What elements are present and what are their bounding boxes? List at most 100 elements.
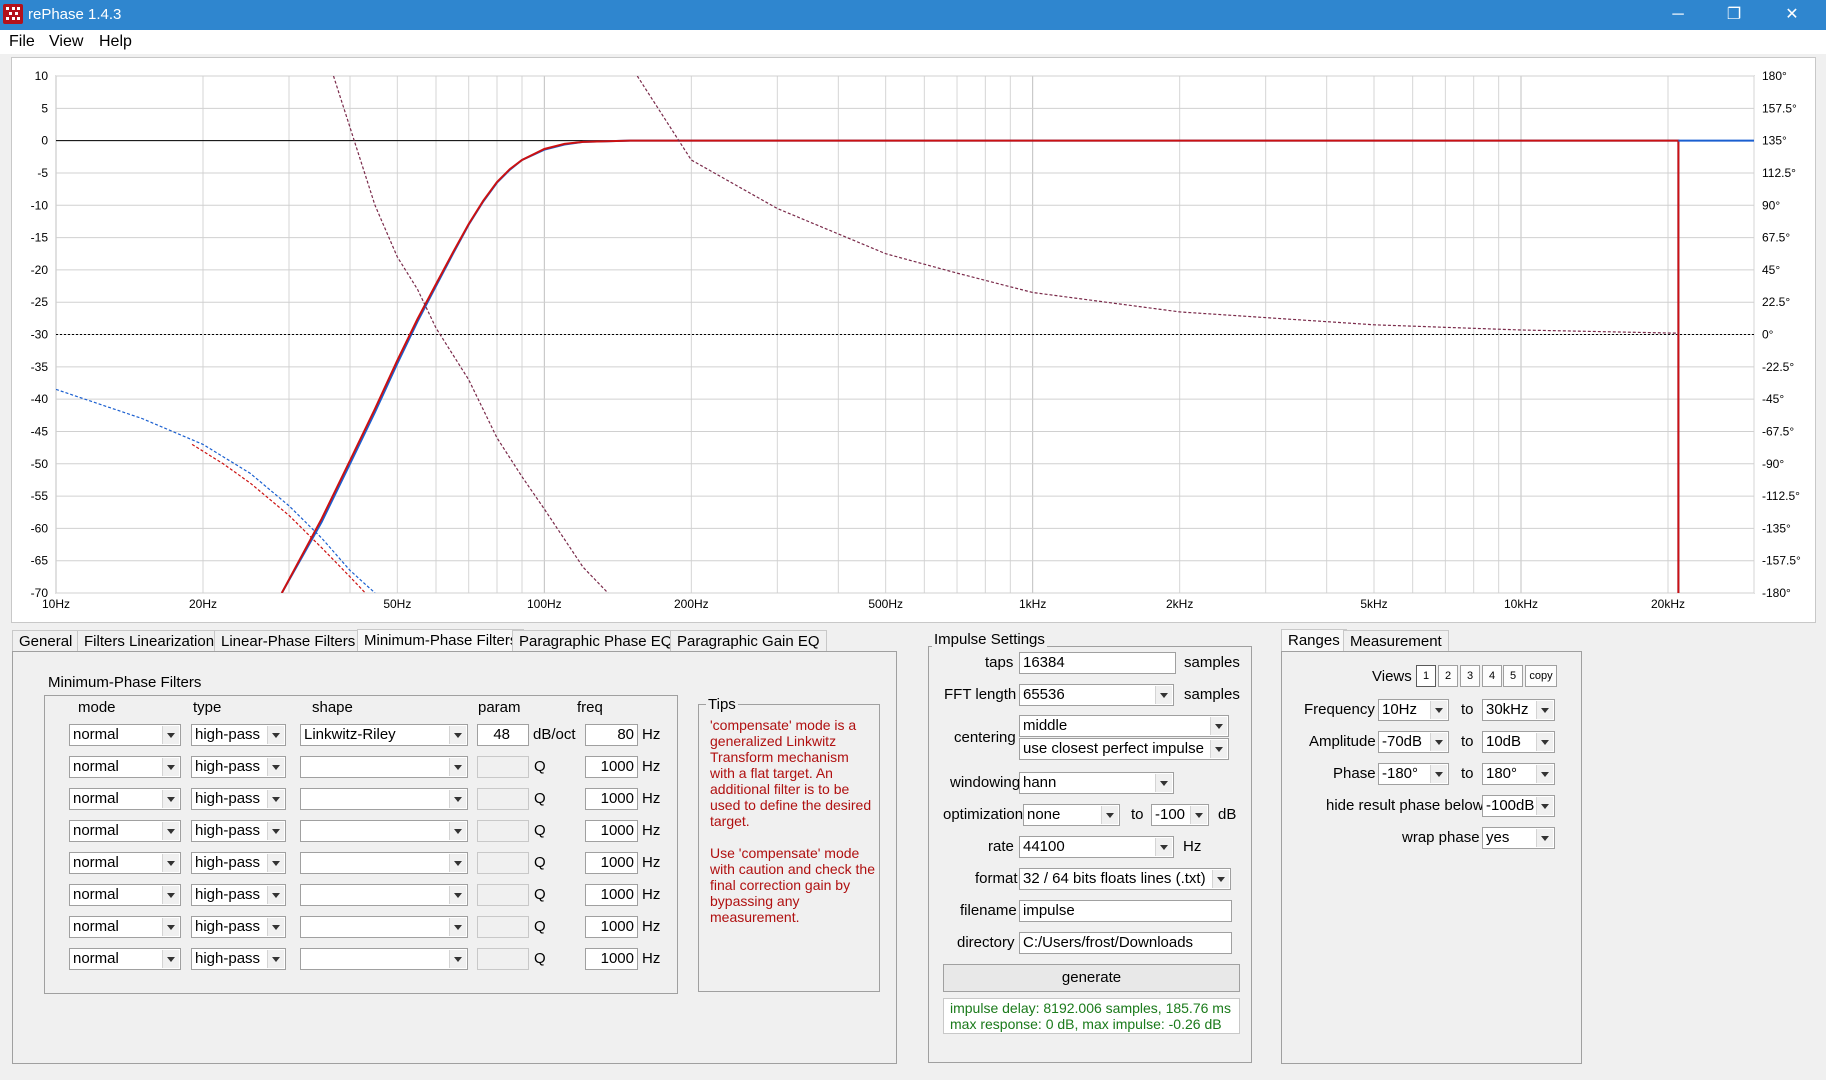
filter-shape-select[interactable] xyxy=(300,820,468,842)
tab-general[interactable]: General xyxy=(12,630,80,651)
chevron-down-icon xyxy=(162,822,179,840)
filter-mode-select[interactable]: normal xyxy=(69,884,181,906)
filter-mode-select[interactable]: normal xyxy=(69,820,181,842)
filter-mode-select[interactable]: normal xyxy=(69,756,181,778)
filter-type-select[interactable]: high-pass xyxy=(191,820,286,842)
menu-help[interactable]: Help xyxy=(99,33,132,51)
format-select[interactable]: 32 / 64 bits floats lines (.txt) xyxy=(1019,868,1231,890)
filter-type-select-value: high-pass xyxy=(195,726,261,743)
tab-linear-phase-filters[interactable]: Linear-Phase Filters xyxy=(214,630,363,651)
filter-type-select[interactable]: high-pass xyxy=(191,756,286,778)
optimization-select[interactable]: none xyxy=(1023,804,1120,826)
tab-paragraphic-phase-eq[interactable]: Paragraphic Phase EQ xyxy=(512,630,680,651)
view-1-button[interactable]: 1 xyxy=(1416,665,1436,687)
filter-freq-field[interactable]: 1000 xyxy=(585,884,638,906)
filter-mode-select[interactable]: normal xyxy=(69,724,181,746)
filter-type-select[interactable]: high-pass xyxy=(191,884,286,906)
filter-shape-select-value: Linkwitz-Riley xyxy=(304,726,396,743)
filter-shape-select[interactable] xyxy=(300,852,468,874)
filter-type-select[interactable]: high-pass xyxy=(191,948,286,970)
y2-tick-label: -180° xyxy=(1762,586,1791,600)
x-tick-label: 20Hz xyxy=(189,597,217,611)
wrap-phase-select[interactable]: yes xyxy=(1482,827,1555,849)
close-button[interactable]: ✕ xyxy=(1764,0,1820,30)
menu-view[interactable]: View xyxy=(49,33,83,51)
maximize-button[interactable]: ❐ xyxy=(1706,0,1762,30)
filter-type-select[interactable]: high-pass xyxy=(191,916,286,938)
phase-from-select[interactable]: -180° xyxy=(1378,763,1449,785)
chevron-down-icon xyxy=(1430,765,1447,783)
filter-shape-select[interactable] xyxy=(300,948,468,970)
impulse-status-response: max response: 0 dB, max impulse: -0.26 d… xyxy=(950,1016,1222,1032)
filter-mode-select[interactable]: normal xyxy=(69,948,181,970)
filter-shape-select[interactable] xyxy=(300,756,468,778)
y-tick-label: -30 xyxy=(31,328,49,342)
fft-length-select[interactable]: 65536 xyxy=(1019,684,1174,706)
hide-phase-select[interactable]: -100dB xyxy=(1482,795,1555,817)
app-logo-icon xyxy=(3,4,23,24)
tab-filters-linearization[interactable]: Filters Linearization xyxy=(77,630,222,651)
y2-tick-label: -67.5° xyxy=(1762,424,1794,438)
directory-field[interactable]: C:/Users/frost/Downloads xyxy=(1019,932,1232,954)
filter-shape-select[interactable] xyxy=(300,884,468,906)
tab-ranges[interactable]: Ranges xyxy=(1281,629,1347,652)
y2-tick-label: -22.5° xyxy=(1762,360,1794,374)
chevron-down-icon xyxy=(1430,701,1447,719)
y2-tick-label: 157.5° xyxy=(1762,101,1797,115)
y-tick-label: -35 xyxy=(31,360,49,374)
view-5-button[interactable]: 5 xyxy=(1503,665,1523,687)
view-3-button[interactable]: 3 xyxy=(1460,665,1480,687)
filter-mode-select[interactable]: normal xyxy=(69,852,181,874)
tab-minimum-phase-filters[interactable]: Minimum-Phase Filters xyxy=(357,629,525,652)
filter-shape-select[interactable] xyxy=(300,788,468,810)
filter-shape-select[interactable] xyxy=(300,916,468,938)
view-2-button[interactable]: 2 xyxy=(1438,665,1458,687)
amplitude-from-select[interactable]: -70dB xyxy=(1378,731,1449,753)
filter-mode-select[interactable]: normal xyxy=(69,916,181,938)
y-tick-label: -5 xyxy=(37,166,48,180)
response-chart[interactable]: 10Hz 20Hz 50Hz 100Hz 200Hz 500Hz 1kHz 2kHz 5kHz 1… xyxy=(11,57,1816,623)
centering-select[interactable]: middle xyxy=(1019,715,1229,737)
filter-freq-field[interactable]: 1000 xyxy=(585,820,638,842)
chevron-down-icon xyxy=(449,758,466,776)
tab-measurement[interactable]: Measurement xyxy=(1343,630,1449,651)
filter-freq-field[interactable]: 1000 xyxy=(585,948,638,970)
centering-mode-select[interactable]: use closest perfect impulse xyxy=(1019,738,1229,760)
filter-type-select[interactable]: high-pass xyxy=(191,788,286,810)
amplitude-to-select[interactable]: 10dB xyxy=(1482,731,1555,753)
hide-phase-label: hide result phase below xyxy=(1326,797,1484,814)
chevron-down-icon xyxy=(1101,806,1118,824)
filter-freq-field[interactable]: 1000 xyxy=(585,852,638,874)
frequency-to-select[interactable]: 30kHz xyxy=(1482,699,1555,721)
optimization-db-select[interactable]: -100 xyxy=(1151,804,1209,826)
filter-freq-field[interactable]: 1000 xyxy=(585,788,638,810)
taps-field[interactable]: 16384 xyxy=(1019,652,1176,674)
generate-button[interactable]: generate xyxy=(943,964,1240,992)
chevron-down-icon xyxy=(1536,701,1553,719)
filter-type-select[interactable]: high-pass xyxy=(191,852,286,874)
rate-select[interactable]: 44100 xyxy=(1019,836,1174,858)
view-4-button[interactable]: 4 xyxy=(1482,665,1502,687)
filter-freq-field[interactable]: 1000 xyxy=(585,916,638,938)
filter-freq-unit: Hz xyxy=(642,726,661,743)
y-tick-label: 0 xyxy=(41,134,48,148)
menu-file[interactable]: File xyxy=(9,33,35,51)
windowing-select[interactable]: hann xyxy=(1019,772,1174,794)
minimize-button[interactable]: ─ xyxy=(1650,0,1706,30)
optimization-unit: dB xyxy=(1218,806,1237,823)
filter-shape-select[interactable]: Linkwitz-Riley xyxy=(300,724,468,746)
filter-freq-field[interactable]: 1000 xyxy=(585,756,638,778)
filter-param-field[interactable]: 48 xyxy=(477,724,529,746)
filename-field[interactable]: impulse xyxy=(1019,900,1232,922)
filter-mode-select[interactable]: normal xyxy=(69,788,181,810)
filter-param-field xyxy=(477,916,529,938)
tips-paragraph-2: Use 'compensate' mode with caution and c… xyxy=(710,845,875,925)
filter-freq-field[interactable]: 80 xyxy=(585,724,638,746)
amplitude-to-value: 10dB xyxy=(1486,733,1522,750)
views-copy-button[interactable]: copy xyxy=(1525,665,1557,687)
phase-to-select[interactable]: 180° xyxy=(1482,763,1555,785)
frequency-from-select[interactable]: 10Hz xyxy=(1378,699,1449,721)
filter-mode-select-value: normal xyxy=(73,726,119,743)
filter-type-select[interactable]: high-pass xyxy=(191,724,286,746)
tab-paragraphic-gain-eq[interactable]: Paragraphic Gain EQ xyxy=(670,630,827,651)
